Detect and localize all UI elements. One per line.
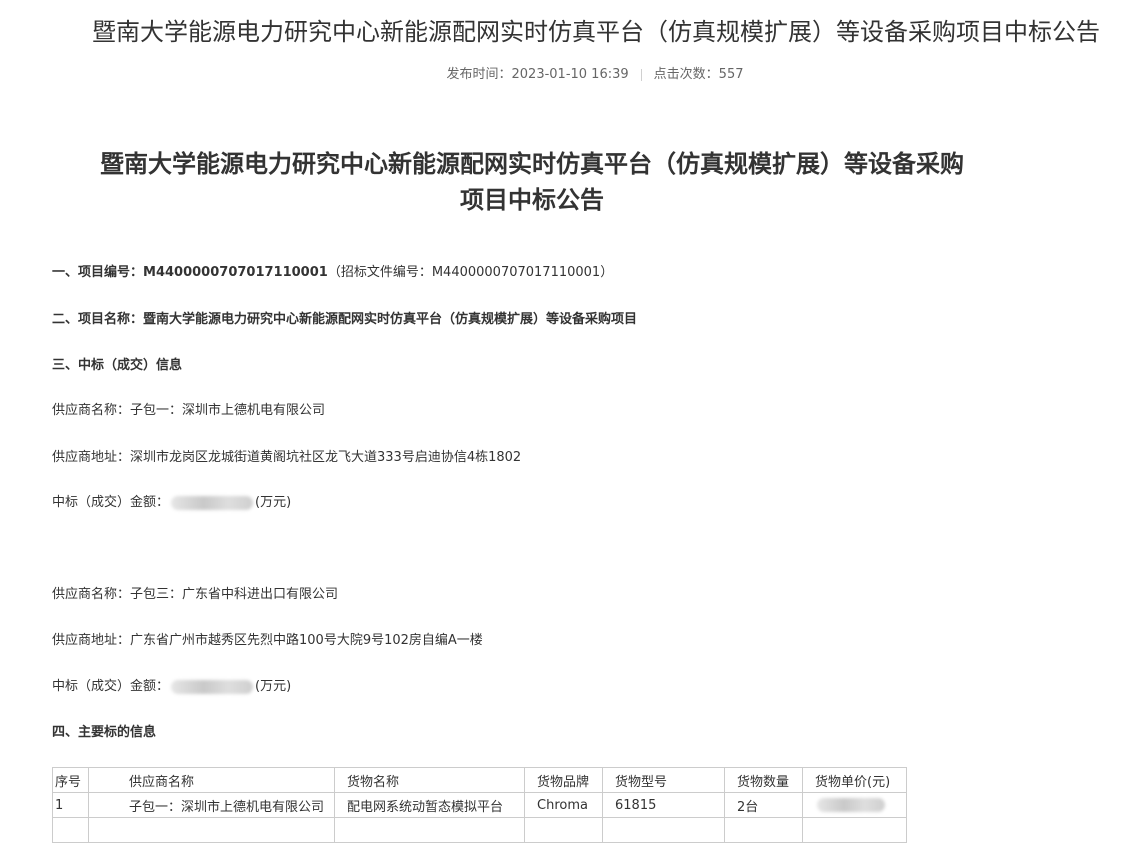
table-cell: [524, 817, 603, 843]
table-cell: [52, 817, 89, 843]
table-cell: 配电网系统动暂态模拟平台: [334, 792, 525, 818]
supplier2-address: 供应商地址：广东省广州市越秀区先烈中路100号大院9号102房自编A一楼: [52, 631, 483, 651]
table-header-cell: 货物数量: [724, 767, 803, 793]
publish-time: 2023-01-10 16:39: [511, 67, 629, 82]
main-items-heading: 四、主要标的信息: [52, 725, 157, 740]
supplier1-address-value: 深圳市龙岗区龙城街道黄阁坑社区龙飞大道333号启迪协信4栋1802: [130, 450, 522, 465]
project-number-label: 一、项目编号：: [52, 265, 144, 280]
goods-table: 序号 供应商名称 货物名称 货物品牌 货物型号 货物数量 货物单价(元) 1 子…: [52, 767, 907, 843]
supplier2-amount: 中标（成交）金额： (万元): [52, 677, 291, 697]
page-title: 暨南大学能源电力研究中心新能源配网实时仿真平台（仿真规模扩展）等设备采购项目中标…: [92, 18, 1100, 46]
supplier2-name-label: 供应商名称：: [52, 587, 131, 602]
table-cell: [334, 817, 525, 843]
redacted-amount: [171, 679, 254, 694]
supplier1-amount: 中标（成交）金额： (万元): [52, 493, 291, 513]
project-name: 二、项目名称：暨南大学能源电力研究中心新能源配网实时仿真平台（仿真规模扩展）等设…: [52, 310, 637, 330]
table-header-cell: 供应商名称: [88, 767, 335, 793]
tender-doc-number: （招标文件编号：M4400000707017110001）: [327, 265, 614, 280]
award-info-heading: 三、中标（成交）信息: [52, 358, 183, 373]
table-cell: Chroma: [524, 792, 603, 818]
table-header-cell: 序号: [52, 767, 89, 793]
redacted-unit-price: [817, 798, 885, 812]
table-cell: 1: [52, 792, 89, 818]
supplier2-name-value: 子包三：广东省中科进出口有限公司: [130, 587, 339, 602]
project-number-value: M4400000707017110001: [143, 265, 328, 280]
document-title-line2: 项目中标公告: [460, 186, 604, 214]
supplier2-amount-label: 中标（成交）金额：: [52, 679, 170, 694]
document-title-line1: 暨南大学能源电力研究中心新能源配网实时仿真平台（仿真规模扩展）等设备采购: [100, 150, 964, 178]
publish-time-label: 发布时间：: [446, 67, 512, 82]
supplier2-address-label: 供应商地址：: [52, 633, 131, 648]
table-cell: 2台: [724, 792, 803, 818]
table-header-cell: 货物品牌: [524, 767, 603, 793]
table-cell: 61815: [602, 792, 725, 818]
table-cell: [88, 817, 335, 843]
table-row: 1 子包一：深圳市上德机电有限公司 配电网系统动暂态模拟平台 Chroma 61…: [52, 792, 907, 818]
supplier1-address-label: 供应商地址：: [52, 450, 131, 465]
table-header-cell: 货物名称: [334, 767, 525, 793]
table-cell: [724, 817, 803, 843]
supplier2-name: 供应商名称：子包三：广东省中科进出口有限公司: [52, 585, 338, 605]
supplier1-amount-label: 中标（成交）金额：: [52, 495, 170, 510]
table-row: [52, 817, 907, 843]
table-header-row: 序号 供应商名称 货物名称 货物品牌 货物型号 货物数量 货物单价(元): [52, 767, 907, 793]
supplier1-name-value: 子包一：深圳市上德机电有限公司: [130, 403, 326, 418]
supplier2-amount-unit: (万元): [255, 679, 292, 694]
supplier1-address: 供应商地址：深圳市龙岗区龙城街道黄阁坑社区龙飞大道333号启迪协信4栋1802: [52, 448, 521, 468]
redacted-amount: [171, 495, 254, 510]
table-header-cell: 货物型号: [602, 767, 725, 793]
project-name-value: 暨南大学能源电力研究中心新能源配网实时仿真平台（仿真规模扩展）等设备采购项目: [143, 312, 638, 327]
table-cell: [602, 817, 725, 843]
supplier1-name-label: 供应商名称：: [52, 403, 131, 418]
supplier1-amount-unit: (万元): [255, 495, 292, 510]
table-cell: [802, 817, 907, 843]
supplier1-name: 供应商名称：子包一：深圳市上德机电有限公司: [52, 401, 325, 421]
project-number: 一、项目编号：M4400000707017110001（招标文件编号：M4400…: [52, 263, 613, 283]
project-name-label: 二、项目名称：: [52, 312, 144, 327]
table-cell: 子包一：深圳市上德机电有限公司: [88, 792, 335, 818]
click-count: 557: [718, 67, 744, 82]
meta-divider: [640, 68, 642, 81]
click-count-label: 点击次数：: [653, 67, 719, 82]
table-header-cell: 货物单价(元): [802, 767, 907, 793]
supplier2-address-value: 广东省广州市越秀区先烈中路100号大院9号102房自编A一楼: [130, 633, 483, 648]
document-title: 暨南大学能源电力研究中心新能源配网实时仿真平台（仿真规模扩展）等设备采购 项目中…: [62, 146, 1002, 218]
table-cell: [802, 792, 907, 818]
article-meta: 发布时间：2023-01-10 16:39 点击次数：557: [0, 66, 1144, 84]
